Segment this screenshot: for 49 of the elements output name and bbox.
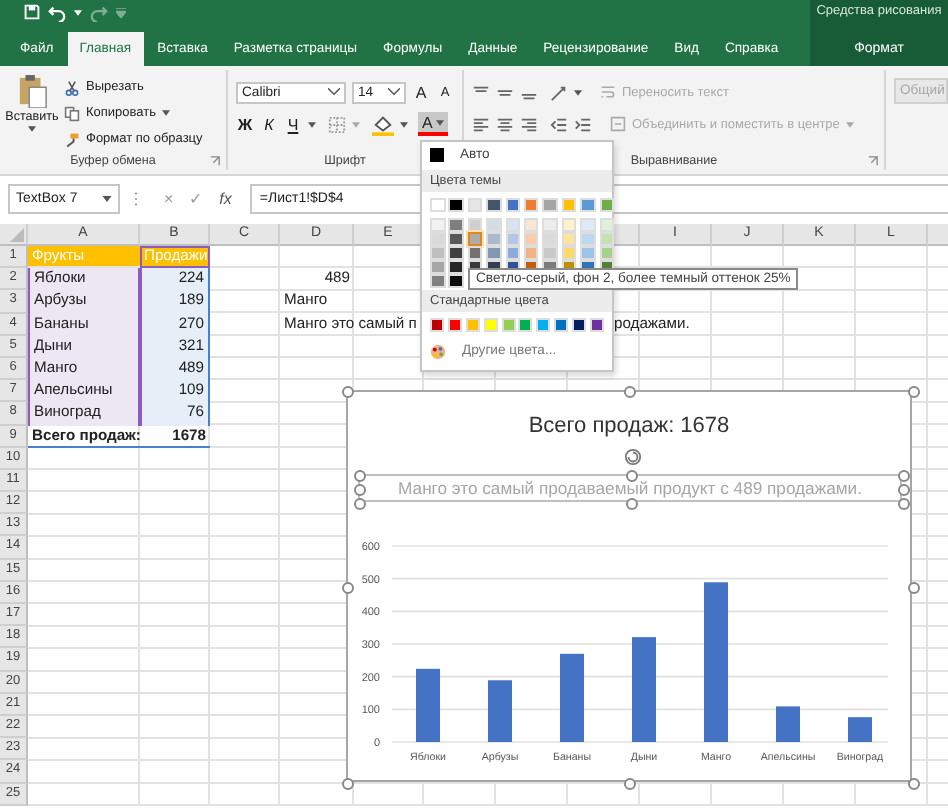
- caret-icon[interactable]: [308, 121, 316, 127]
- caret-icon: [845, 121, 854, 127]
- merge-cells-icon: [610, 116, 626, 132]
- grow-font-button[interactable]: A: [412, 81, 430, 103]
- caret-icon: [28, 126, 36, 132]
- orientation-icon[interactable]: [550, 83, 568, 101]
- color-swatch[interactable]: [467, 232, 483, 246]
- undo-icon[interactable]: [48, 3, 66, 21]
- wrap-text-icon: [600, 84, 616, 100]
- caret-icon[interactable]: [574, 89, 582, 95]
- customize-icon[interactable]: [116, 7, 126, 17]
- caret-icon: [436, 119, 445, 125]
- chevron-icon: [388, 88, 400, 96]
- font-color-button[interactable]: A: [418, 112, 449, 136]
- insert-function-button[interactable]: fx: [219, 190, 232, 208]
- increase-indent-icon[interactable]: [574, 115, 592, 133]
- scissors-icon: [64, 79, 80, 95]
- chevron-icon: [328, 88, 340, 96]
- redo-icon[interactable]: [90, 3, 108, 21]
- dialog-launcher-icon[interactable]: [868, 156, 878, 166]
- align-left-icon[interactable]: [472, 115, 490, 133]
- resize-handle[interactable]: [626, 470, 638, 482]
- bar[interactable]: [776, 706, 800, 742]
- resize-handle[interactable]: [908, 582, 920, 594]
- resize-handle[interactable]: [908, 778, 920, 790]
- underline-button[interactable]: Ч: [284, 113, 302, 135]
- italic-button[interactable]: К: [260, 113, 278, 135]
- brush-icon: [64, 131, 80, 147]
- resize-handle[interactable]: [626, 498, 638, 510]
- save-icon[interactable]: [24, 4, 40, 20]
- dialog-launcher-icon[interactable]: [210, 156, 220, 166]
- rotate-handle[interactable]: [624, 448, 642, 466]
- fill-bucket-icon[interactable]: [372, 113, 394, 135]
- chart-title: Всего продаж: 1678: [528, 412, 730, 440]
- auto-color-icon: [430, 148, 444, 162]
- resize-handle[interactable]: [624, 778, 636, 790]
- decrease-indent-icon[interactable]: [550, 115, 568, 133]
- clipboard-icon: [17, 74, 47, 108]
- triangle-icon: [10, 228, 24, 242]
- caret-icon[interactable]: [400, 121, 408, 127]
- bold-button[interactable]: Ж: [236, 113, 254, 135]
- caret-icon[interactable]: [74, 9, 82, 15]
- caret-icon: [102, 196, 112, 202]
- palette-icon: [430, 343, 446, 359]
- align-center-icon[interactable]: [496, 115, 514, 133]
- align-right-icon[interactable]: [520, 115, 538, 133]
- borders-icon[interactable]: [328, 115, 346, 133]
- caret-icon: [162, 110, 170, 116]
- copy-icon: [64, 105, 80, 121]
